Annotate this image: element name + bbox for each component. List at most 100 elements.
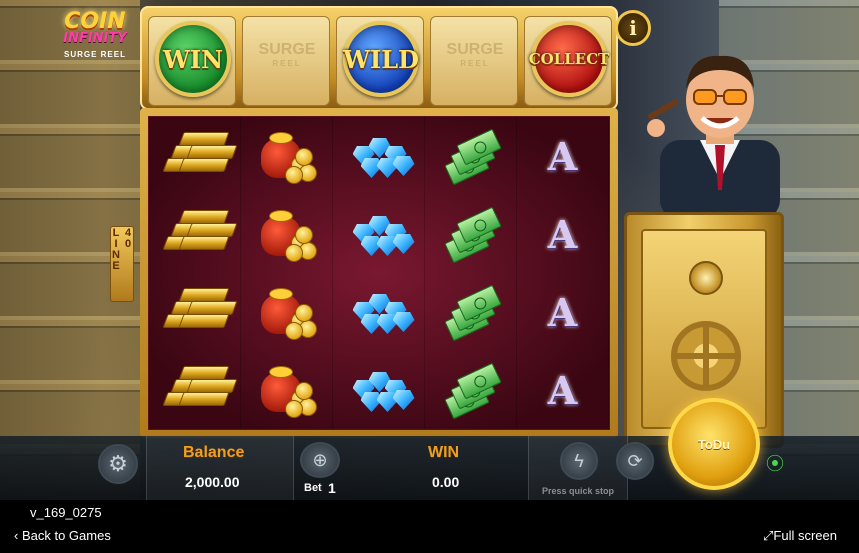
reel-cell bbox=[241, 117, 333, 195]
reel-grid: AAAA bbox=[148, 116, 610, 430]
money-sack-icon bbox=[255, 284, 319, 340]
wild-coin-icon: WILD bbox=[343, 21, 419, 97]
cash-icon bbox=[439, 362, 503, 420]
collect-coin-label: COLLECT bbox=[528, 50, 610, 68]
surge-reel-label-2: SURGE REEL bbox=[431, 41, 519, 68]
ace-label: A bbox=[547, 367, 578, 413]
reel-cell bbox=[333, 273, 425, 351]
diamonds-icon bbox=[347, 284, 415, 340]
diamonds-icon bbox=[347, 362, 415, 418]
autoplay-icon: ⟳ bbox=[627, 450, 643, 471]
wild-coin-label: WILD bbox=[343, 44, 419, 74]
safe-wheel-icon bbox=[671, 321, 741, 391]
win-value: 0.00 bbox=[432, 474, 460, 490]
reel-cell bbox=[149, 351, 241, 429]
coin-slot-surge-1: SURGE REEL bbox=[242, 16, 330, 106]
reel-cell bbox=[425, 351, 517, 429]
wifi-signal-icon: ⦿ bbox=[766, 454, 784, 474]
fullscreen-button[interactable]: ⤢Full screen bbox=[763, 528, 837, 544]
money-sack-icon bbox=[255, 128, 319, 184]
chevron-left-icon: ‹ bbox=[14, 528, 22, 543]
reel-cell bbox=[425, 117, 517, 195]
balance-label: Balance bbox=[183, 444, 245, 461]
fullscreen-label: Full screen bbox=[773, 528, 837, 543]
reel-cell bbox=[333, 195, 425, 273]
reel-cell: A bbox=[517, 351, 609, 429]
surge-sub-label-2: REEL bbox=[460, 59, 490, 68]
ace-icon: A bbox=[531, 206, 595, 262]
reel-cell bbox=[149, 117, 241, 195]
gold-bars-icon bbox=[161, 128, 238, 184]
ace-icon: A bbox=[531, 128, 595, 184]
back-to-games-link[interactable]: ‹ Back to Games bbox=[14, 528, 111, 543]
footer: v_169_0275 ‹ Back to Games ⤢Full screen bbox=[0, 500, 859, 553]
reel-cell: A bbox=[517, 273, 609, 351]
logo-line2: INFINITY bbox=[63, 31, 127, 46]
game-stage: COIN INFINITY SURGE REEL WIN SURGE REEL W… bbox=[0, 0, 859, 500]
feature-coin-row: WIN SURGE REEL WILD SURGE REEL COLLECT bbox=[140, 6, 618, 110]
gold-bars-icon bbox=[161, 284, 238, 340]
lightning-icon: ϟ bbox=[574, 450, 584, 471]
settings-button[interactable]: ⚙ bbox=[98, 444, 138, 484]
surge-reel-label: SURGE REEL bbox=[243, 41, 331, 68]
reel-cell bbox=[241, 273, 333, 351]
collect-coin-icon: COLLECT bbox=[528, 21, 610, 97]
win-label: WIN bbox=[428, 444, 460, 461]
reel-cell: A bbox=[517, 195, 609, 273]
money-sack-icon bbox=[255, 206, 319, 262]
reel-cell bbox=[241, 351, 333, 429]
bet-value: 1 bbox=[328, 480, 336, 496]
cash-icon bbox=[439, 128, 503, 186]
balance-value: 2,000.00 bbox=[185, 474, 240, 490]
gold-bars-icon bbox=[161, 206, 238, 262]
spin-label: ToDu bbox=[697, 436, 731, 452]
ace-icon: A bbox=[531, 362, 595, 418]
reel-cell bbox=[333, 117, 425, 195]
spin-button[interactable]: ToDu bbox=[668, 398, 760, 490]
safe-dial-icon bbox=[689, 261, 723, 295]
bet-label: Bet bbox=[304, 482, 322, 494]
logo-line1: COIN bbox=[64, 9, 126, 34]
diamonds-icon bbox=[347, 206, 415, 262]
reel-cell: A bbox=[517, 117, 609, 195]
coin-stack-icon: ⊕ bbox=[312, 449, 328, 470]
reel-cell bbox=[425, 195, 517, 273]
coin-slot-surge-2: SURGE REEL bbox=[430, 16, 518, 106]
turbo-button[interactable]: ϟ bbox=[560, 442, 598, 480]
ace-label: A bbox=[547, 289, 578, 335]
gear-icon: ⚙ bbox=[108, 451, 128, 476]
gold-bars-icon bbox=[161, 362, 238, 418]
lines-badge: 40 LINE bbox=[110, 226, 134, 302]
back-label: Back to Games bbox=[21, 528, 111, 543]
diamonds-icon bbox=[347, 128, 415, 184]
surge-label: SURGE bbox=[258, 41, 316, 58]
version-label: v_169_0275 bbox=[30, 505, 102, 520]
surge-label-2: SURGE bbox=[446, 41, 504, 58]
win-coin-icon: WIN bbox=[155, 21, 231, 97]
coin-slot-wild: WILD bbox=[336, 16, 424, 106]
reel-cell bbox=[241, 195, 333, 273]
quick-stop-note: Press quick stop bbox=[542, 486, 615, 496]
surge-sub-label: REEL bbox=[272, 59, 302, 68]
coin-slot-collect: COLLECT bbox=[524, 16, 612, 106]
reel-cell bbox=[425, 273, 517, 351]
logo-line3: SURGE REEL bbox=[63, 50, 126, 59]
reel-cell bbox=[333, 351, 425, 429]
cash-icon bbox=[439, 284, 503, 342]
money-sack-icon bbox=[255, 362, 319, 418]
ace-icon: A bbox=[531, 284, 595, 340]
ace-label: A bbox=[547, 211, 578, 257]
cash-icon bbox=[439, 206, 503, 264]
balance-panel: Balance 2,000.00 bbox=[146, 436, 294, 500]
reel-frame: AAAA bbox=[140, 108, 618, 438]
ace-label: A bbox=[547, 133, 578, 179]
reel-cell bbox=[149, 195, 241, 273]
win-coin-label: WIN bbox=[162, 44, 224, 74]
autoplay-button[interactable]: ⟳ bbox=[616, 442, 654, 480]
reel-cell bbox=[149, 273, 241, 351]
bet-button[interactable]: ⊕ bbox=[300, 442, 340, 478]
coin-slot-win: WIN bbox=[148, 16, 236, 106]
expand-icon: ⤢ bbox=[763, 528, 774, 543]
game-logo: COIN INFINITY SURGE REEL bbox=[50, 9, 140, 60]
businessman-character-icon bbox=[647, 55, 780, 220]
